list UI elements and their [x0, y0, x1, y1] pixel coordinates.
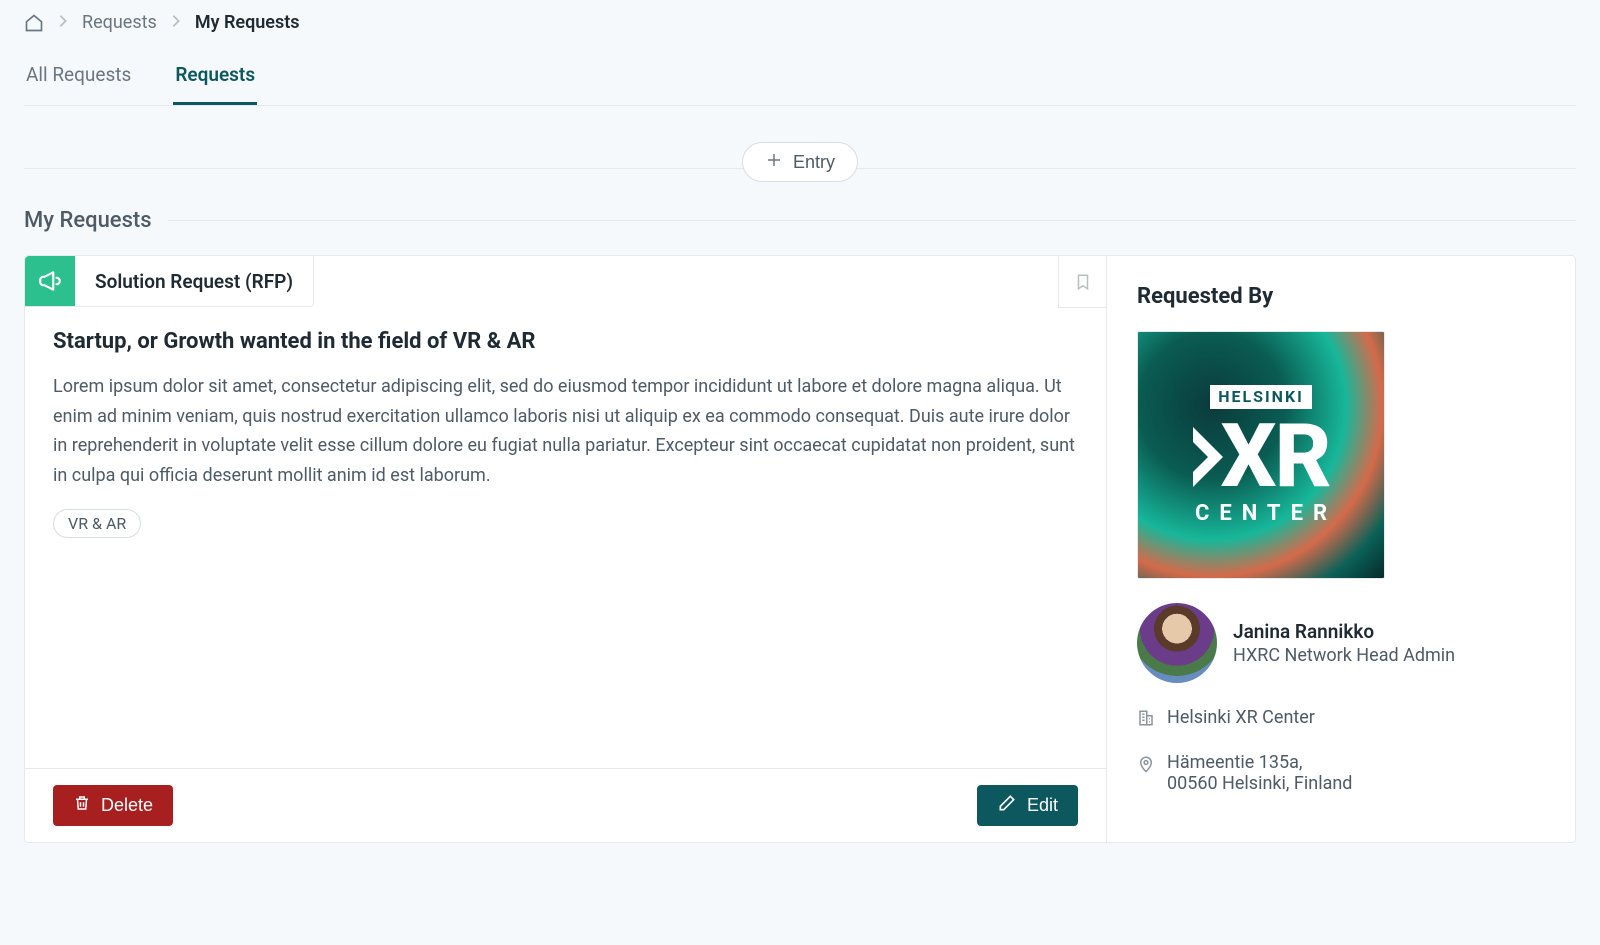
building-icon — [1137, 707, 1155, 732]
breadcrumb-my-requests: My Requests — [195, 12, 300, 33]
org-logo[interactable]: HELSINKI XR CENTER — [1137, 331, 1385, 579]
chevron-right-icon — [58, 12, 68, 33]
org-logo-bot: CENTER — [1185, 503, 1337, 525]
bookmark-button[interactable] — [1058, 256, 1106, 308]
edit-button[interactable]: Edit — [977, 785, 1078, 826]
delete-label: Delete — [101, 795, 153, 816]
add-entry-button[interactable]: Entry — [742, 142, 858, 182]
add-entry-label: Entry — [793, 152, 835, 173]
org-row[interactable]: Helsinki XR Center — [1137, 707, 1545, 732]
edit-label: Edit — [1027, 795, 1058, 816]
section-heading-row: My Requests — [24, 208, 1576, 233]
chevron-right-icon — [171, 12, 181, 33]
breadcrumb-requests[interactable]: Requests — [82, 12, 157, 33]
tag-row: VR & AR — [53, 509, 1078, 538]
avatar — [1137, 603, 1217, 683]
tag[interactable]: VR & AR — [53, 509, 141, 538]
card-footer: Delete Edit — [25, 768, 1106, 842]
home-icon[interactable] — [24, 13, 44, 33]
request-title: Startup, or Growth wanted in the field o… — [53, 329, 1078, 354]
requested-by-panel: Requested By HELSINKI XR CENTER Janina R… — [1106, 255, 1576, 843]
address-row: Hämeentie 135a, 00560 Helsinki, Finland — [1137, 752, 1545, 794]
requester-name: Janina Rannikko — [1233, 620, 1455, 643]
trash-icon — [73, 793, 91, 818]
request-type-badge: Solution Request (RFP) — [25, 256, 314, 307]
pencil-icon — [997, 793, 1017, 818]
address-line-2: 00560 Helsinki, Finland — [1167, 773, 1352, 794]
org-name: Helsinki XR Center — [1167, 707, 1315, 728]
requester-role: HXRC Network Head Admin — [1233, 645, 1455, 666]
megaphone-icon — [25, 256, 75, 306]
requested-by-heading: Requested By — [1137, 284, 1545, 309]
request-description: Lorem ipsum dolor sit amet, consectetur … — [53, 372, 1078, 491]
breadcrumb: Requests My Requests — [24, 8, 1576, 51]
map-pin-icon — [1137, 752, 1155, 779]
tabs: All Requests Requests — [24, 51, 1576, 106]
delete-button[interactable]: Delete — [53, 785, 173, 826]
address-line-1: Hämeentie 135a, — [1167, 752, 1352, 773]
section-heading: My Requests — [24, 208, 152, 233]
tab-requests[interactable]: Requests — [173, 51, 257, 105]
divider — [168, 220, 1576, 221]
request-type-label: Solution Request (RFP) — [75, 270, 313, 293]
request-card: Solution Request (RFP) Startup, or Growt… — [24, 255, 1106, 843]
org-logo-mid: XR — [1185, 413, 1337, 501]
requester-person[interactable]: Janina Rannikko HXRC Network Head Admin — [1137, 603, 1545, 683]
plus-icon — [765, 151, 783, 173]
tab-all-requests[interactable]: All Requests — [24, 51, 133, 105]
entry-divider: Entry — [24, 112, 1576, 200]
